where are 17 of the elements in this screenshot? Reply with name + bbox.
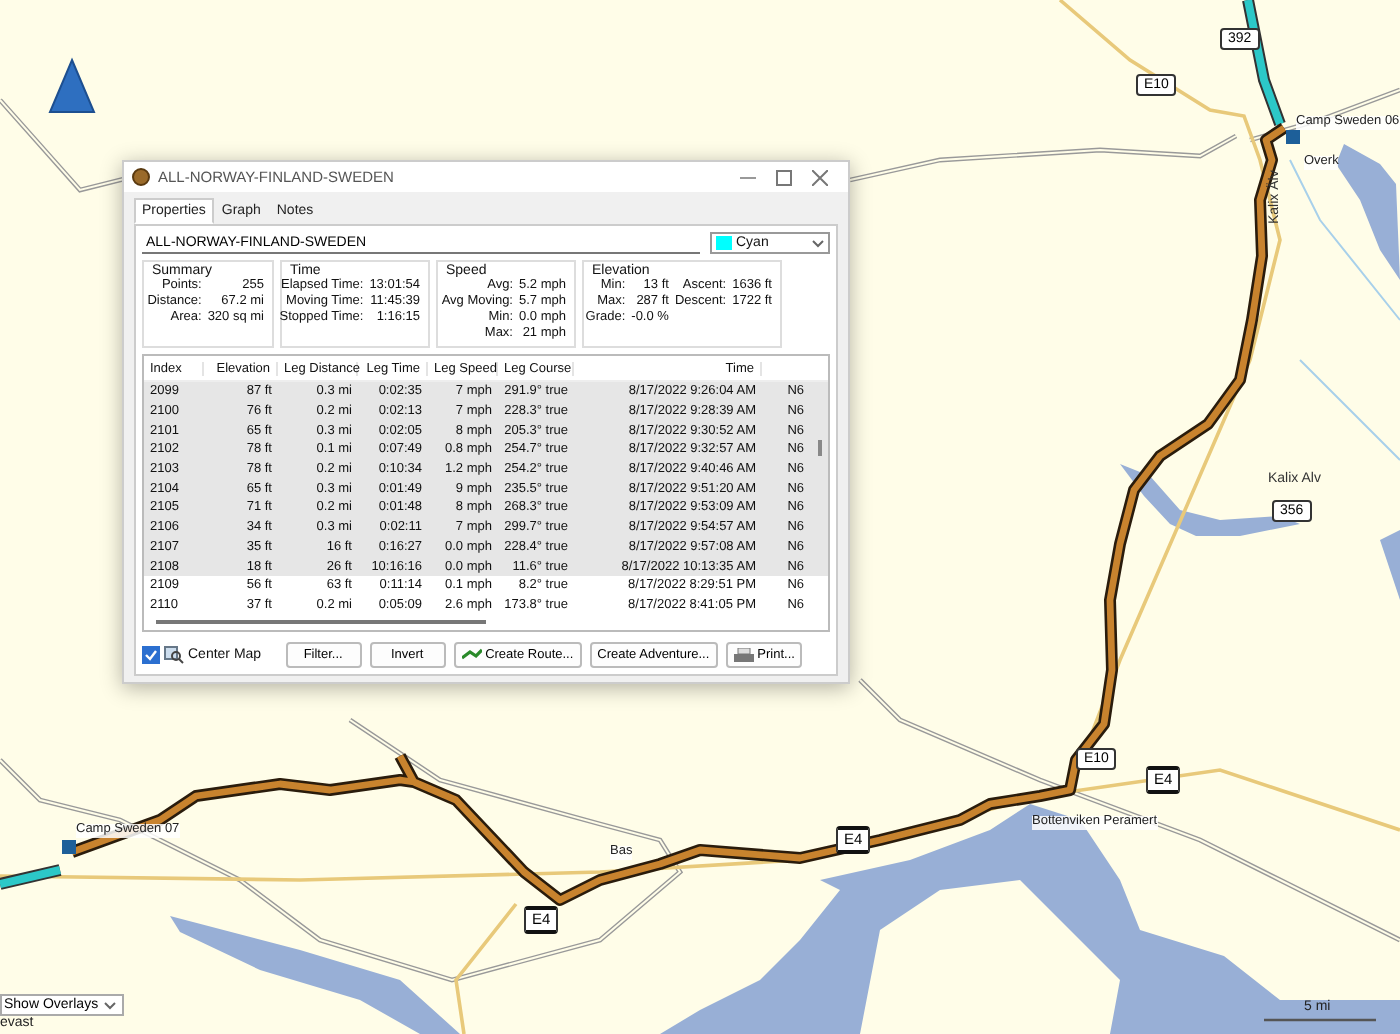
water-area — [1380, 530, 1400, 600]
route-icon — [461, 648, 482, 662]
checkbox[interactable] — [142, 646, 160, 664]
scale-bar-icon — [1264, 1018, 1376, 1022]
close-icon[interactable] — [812, 169, 828, 185]
water-area — [1336, 144, 1400, 280]
horizontal-scrollbar[interactable] — [156, 620, 486, 624]
caret-icon — [812, 239, 824, 247]
maximize-icon[interactable] — [776, 169, 792, 185]
app-icon — [132, 168, 150, 186]
caret-icon — [104, 1001, 116, 1009]
map-magnifier-icon — [164, 646, 184, 664]
track-line — [0, 864, 62, 890]
printer-icon — [733, 647, 754, 663]
camp-marker-icon — [1286, 130, 1300, 144]
camp-marker-icon — [62, 840, 76, 854]
triangle-marker-icon — [48, 57, 96, 113]
